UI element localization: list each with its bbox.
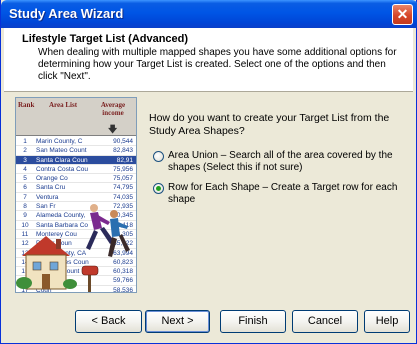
row-area: Santa Clara Coun [36,156,88,164]
cancel-button[interactable]: Cancel [292,310,358,333]
row-rank: 7 [23,193,27,201]
window-title: Study Area Wizard [9,6,124,21]
row-rank: 14 [21,258,29,266]
next-button[interactable]: Next > [145,310,210,333]
row-income: 59,766 [113,277,133,285]
row-rank: 13 [21,249,29,257]
row-area: Santa Barbara Co [36,221,89,229]
table-row: 15 Sonoma Count 60,318 [16,267,136,277]
column-header-average-income: Average income [100,101,126,117]
radio-selected-dot [156,186,161,191]
row-rank: 4 [23,165,27,173]
down-arrow-icon: 🡇 [108,124,118,134]
illustration-panel: Rank Area List Average income 🡇 1 Marin C… [15,97,137,293]
row-rank: 2 [23,147,27,155]
table-row: 12 Placer Coun 65,822 [16,239,136,249]
row-rank: 11 [21,230,29,238]
row-area: Monterey Cou [36,230,77,238]
row-income: 90,544 [113,138,133,145]
row-income: 74,035 [113,193,133,201]
row-for-each-shape-label[interactable]: Row for Each Shape – Create a Target row… [168,182,408,206]
row-rank: 6 [23,184,27,192]
table-row: 9 Alameda County, 70,345 [16,211,136,221]
table-row: 5 Orange Co 75,057 [16,174,136,184]
wizard-window: Study Area Wizard ✕ Lifestyle Target Lis… [0,0,417,344]
table-row: 7 Ventura 74,035 [16,193,136,203]
row-income: 58,536 [113,286,133,293]
title-bar[interactable]: Study Area Wizard ✕ [1,0,417,28]
row-area: Placer Coun [36,240,72,248]
row-rank: 12 [21,240,29,248]
row-income: 82,843 [113,147,133,155]
row-for-each-shape-radio[interactable] [153,183,164,194]
table-row: 1 Marin County, C 90,544 [16,137,136,147]
row-income: 60,318 [113,268,133,276]
wizard-buttons: < Back Next > Finish Cancel Help [1,310,417,334]
column-header-area-list: Area List [48,101,78,109]
row-income: 72,935 [113,203,133,211]
row-area: Coun [36,286,52,293]
row-income: 68,118 [113,221,133,229]
table-body: 1 Marin County, C 90,544 2 San Mateo Count 82… [16,137,136,293]
table-row: 10 Santa Barbara Co 68,118 [16,221,136,230]
row-income: 60,823 [113,258,133,266]
help-button[interactable]: Help [364,310,410,333]
row-income: 63,994 [113,249,133,257]
table-row: 16 County, 59,766 [16,276,136,286]
row-area: Napa County, CA [36,249,87,257]
finish-button[interactable]: Finish [220,310,286,333]
close-icon: ✕ [396,6,409,22]
row-area: San Mateo Count [36,147,87,155]
row-area: Alameda County, [36,212,86,220]
question-text: How do you want to create your Target Li… [149,112,390,137]
column-header-rank: Rank [18,101,35,109]
close-button[interactable]: ✕ [392,4,413,25]
row-income: 75,057 [113,175,133,183]
table-row: 8 San Fr 72,935 [16,202,136,212]
table-row: 6 Santa Cru 74,795 [16,183,136,193]
table-row: 11 Monterey Cou 66,305 [16,230,136,240]
row-area: Contra Costa Cou [36,165,89,173]
row-rank: 17 [21,286,29,293]
row-rank: 8 [23,203,27,211]
table-row: 14 Los Angeles Coun 60,823 [16,258,136,268]
row-area: Marin County, C [36,138,83,145]
table-header: Rank Area List Average income 🡇 [16,98,136,136]
row-income: 74,795 [113,184,133,192]
table-row: 4 Contra Costa Cou 75,956 [16,165,136,175]
row-rank: 1 [23,138,27,145]
table-row: 17 Coun 58,536 [16,286,136,293]
row-income: 65,822 [113,240,133,248]
back-button[interactable]: < Back [75,310,142,333]
row-rank: 3 [23,156,27,164]
row-income: 70,345 [113,212,133,220]
row-rank: 10 [21,221,29,229]
table-row: 2 San Mateo Count 82,843 [16,146,136,156]
row-area: Ventura [36,193,59,201]
row-income: 75,956 [113,165,133,173]
row-rank: 15 [21,268,29,276]
row-area: Los Angeles Coun [36,258,89,266]
row-area: County, [36,277,58,285]
row-income: 82,91 [116,156,133,164]
row-rank: 9 [23,212,27,220]
row-area: Orange Co [36,175,68,183]
row-area: San Fr [36,203,56,211]
row-rank: 16 [21,277,29,285]
row-area: Sonoma Count [36,268,80,276]
area-union-radio[interactable] [153,151,164,162]
row-rank: 5 [23,175,27,183]
area-union-label[interactable]: Area Union – Search all of the area cove… [168,150,408,174]
wizard-header: Lifestyle Target List (Advanced) When de… [4,28,413,92]
row-area: Santa Cru [36,184,66,192]
table-row: 3 Santa Clara Coun 82,91 [16,155,136,165]
row-income: 66,305 [113,230,133,238]
step-title: Lifestyle Target List (Advanced) [22,33,189,45]
table-row: 13 Napa County, CA 63,994 [16,249,136,258]
step-description: When dealing with multiple mapped shapes… [38,47,397,82]
